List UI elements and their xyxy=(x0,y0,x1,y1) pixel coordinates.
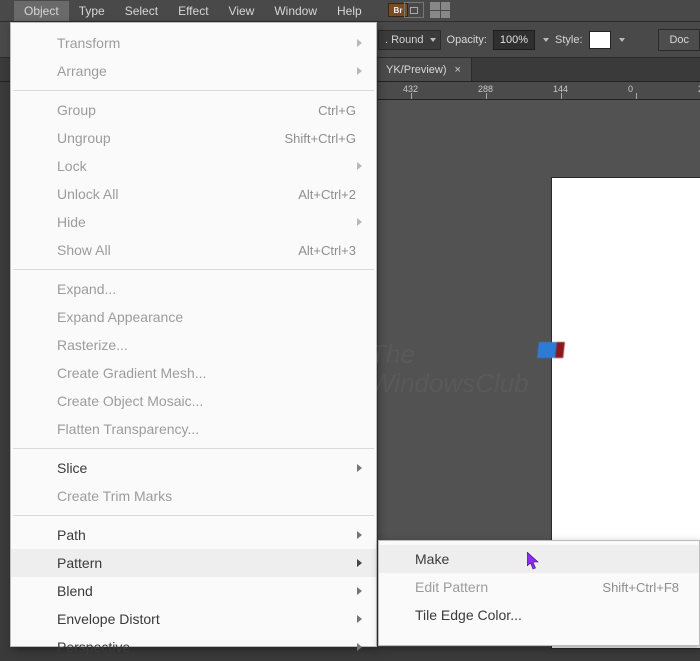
menu-item-label: Create Object Mosaic... xyxy=(57,393,356,409)
menu-item-hide: Hide xyxy=(11,208,376,236)
menu-item-create-object-mosaic: Create Object Mosaic... xyxy=(11,387,376,415)
opacity-label: Opacity: xyxy=(447,34,487,46)
menu-item-pattern[interactable]: Pattern xyxy=(11,549,376,577)
menu-item-transform: Transform xyxy=(11,29,376,57)
menu-item-label: Show All xyxy=(57,242,298,258)
chevron-down-icon xyxy=(430,38,436,42)
menu-item-label: Create Trim Marks xyxy=(57,488,356,504)
cap-style-label: . Round xyxy=(385,34,424,46)
menu-item-label: Transform xyxy=(57,35,356,51)
submenu-item-edit-pattern: Edit PatternShift+Ctrl+F8 xyxy=(379,573,699,601)
menu-item-label: Ungroup xyxy=(57,130,284,146)
menu-item-rasterize: Rasterize... xyxy=(11,331,376,359)
menu-item-flatten-transparency: Flatten Transparency... xyxy=(11,415,376,443)
menu-bar: ObjectTypeSelectEffectViewWindowHelp xyxy=(0,0,700,22)
object-menu: TransformArrangeGroupCtrl+GUngroupShift+… xyxy=(10,22,377,647)
submenu-item-make[interactable]: Make xyxy=(379,545,699,573)
menu-item-create-trim-marks: Create Trim Marks xyxy=(11,482,376,510)
menu-item-lock: Lock xyxy=(11,152,376,180)
menu-item-label: Flatten Transparency... xyxy=(57,421,356,437)
menu-item-label: Group xyxy=(57,102,318,118)
menu-item-shortcut: Shift+Ctrl+G xyxy=(284,131,356,146)
menu-item-path[interactable]: Path xyxy=(11,521,376,549)
menu-item-label: Rasterize... xyxy=(57,337,356,353)
chevron-right-icon xyxy=(357,39,362,47)
menu-window[interactable]: Window xyxy=(264,1,327,21)
chevron-right-icon xyxy=(357,587,362,595)
chevron-right-icon xyxy=(357,464,362,472)
ruler-tick: 0 xyxy=(628,84,633,94)
menu-item-arrange: Arrange xyxy=(11,57,376,85)
submenu-item-tile-edge-color[interactable]: Tile Edge Color... xyxy=(379,601,699,629)
chevron-down-icon[interactable] xyxy=(543,38,549,42)
menu-object[interactable]: Object xyxy=(14,1,69,21)
chevron-right-icon xyxy=(357,615,362,623)
close-icon[interactable]: × xyxy=(453,64,463,76)
chevron-down-icon[interactable] xyxy=(619,38,625,42)
opacity-value: 100% xyxy=(500,34,528,46)
menu-type[interactable]: Type xyxy=(69,1,115,21)
menu-item-label: Arrange xyxy=(57,63,356,79)
menu-help[interactable]: Help xyxy=(327,1,372,21)
menu-item-ungroup: UngroupShift+Ctrl+G xyxy=(11,124,376,152)
menu-select[interactable]: Select xyxy=(115,1,168,21)
menu-item-group: GroupCtrl+G xyxy=(11,96,376,124)
chevron-right-icon xyxy=(357,162,362,170)
menu-item-label: Create Gradient Mesh... xyxy=(57,365,356,381)
menu-item-label: Expand Appearance xyxy=(57,309,356,325)
document-tab[interactable]: YK/Preview) × xyxy=(378,58,472,81)
menu-item-shortcut: Shift+Ctrl+F8 xyxy=(602,580,679,595)
menu-item-shortcut: Ctrl+G xyxy=(318,103,356,118)
horizontal-ruler: 4322881440288 xyxy=(378,82,700,100)
chevron-right-icon xyxy=(357,531,362,539)
document-setup-label: Doc xyxy=(669,34,689,46)
menu-item-label: Tile Edge Color... xyxy=(415,607,679,623)
menu-separator xyxy=(13,448,374,449)
menu-item-perspective[interactable]: Perspective xyxy=(11,633,376,661)
menu-item-slice[interactable]: Slice xyxy=(11,454,376,482)
menu-view[interactable]: View xyxy=(219,1,265,21)
arrange-documents-icon[interactable] xyxy=(404,2,424,18)
cap-style-select[interactable]: . Round xyxy=(378,30,441,50)
menu-separator xyxy=(13,90,374,91)
menu-item-label: Blend xyxy=(57,583,356,599)
screen-mode-icon[interactable] xyxy=(430,2,450,18)
chevron-right-icon xyxy=(357,218,362,226)
menu-item-blend[interactable]: Blend xyxy=(11,577,376,605)
menu-item-shortcut: Alt+Ctrl+3 xyxy=(298,243,356,258)
menu-item-label: Lock xyxy=(57,158,356,174)
menu-item-label: Pattern xyxy=(57,555,356,571)
menu-item-label: Hide xyxy=(57,214,356,230)
pattern-submenu: Make Edit PatternShift+Ctrl+F8 Tile Edge C… xyxy=(378,540,700,646)
document-tab-label: YK/Preview) xyxy=(386,64,447,76)
menu-item-label: Slice xyxy=(57,460,356,476)
menu-item-label: Edit Pattern xyxy=(415,579,602,595)
menu-effect[interactable]: Effect xyxy=(168,1,218,21)
chevron-right-icon xyxy=(357,643,362,651)
menu-item-unlock-all: Unlock AllAlt+Ctrl+2 xyxy=(11,180,376,208)
menu-item-label: Unlock All xyxy=(57,186,298,202)
opacity-field[interactable]: 100% xyxy=(493,30,535,50)
menu-item-label: Path xyxy=(57,527,356,543)
chevron-right-icon xyxy=(357,559,362,567)
menu-item-label: Envelope Distort xyxy=(57,611,356,627)
document-setup-button[interactable]: Doc xyxy=(658,29,700,51)
workspace-switcher xyxy=(404,2,450,18)
style-label: Style: xyxy=(555,34,583,46)
style-swatch[interactable] xyxy=(589,31,611,49)
menu-item-expand-appearance: Expand Appearance xyxy=(11,303,376,331)
menu-item-expand: Expand... xyxy=(11,275,376,303)
menu-item-shortcut: Alt+Ctrl+2 xyxy=(298,187,356,202)
menu-item-label: Perspective xyxy=(57,639,356,655)
menu-item-show-all: Show AllAlt+Ctrl+3 xyxy=(11,236,376,264)
menu-item-create-gradient-mesh: Create Gradient Mesh... xyxy=(11,359,376,387)
menu-separator xyxy=(13,269,374,270)
menu-item-envelope-distort[interactable]: Envelope Distort xyxy=(11,605,376,633)
menu-item-label: Make xyxy=(415,551,679,567)
menu-item-label: Expand... xyxy=(57,281,356,297)
menu-separator xyxy=(13,515,374,516)
chevron-right-icon xyxy=(357,67,362,75)
